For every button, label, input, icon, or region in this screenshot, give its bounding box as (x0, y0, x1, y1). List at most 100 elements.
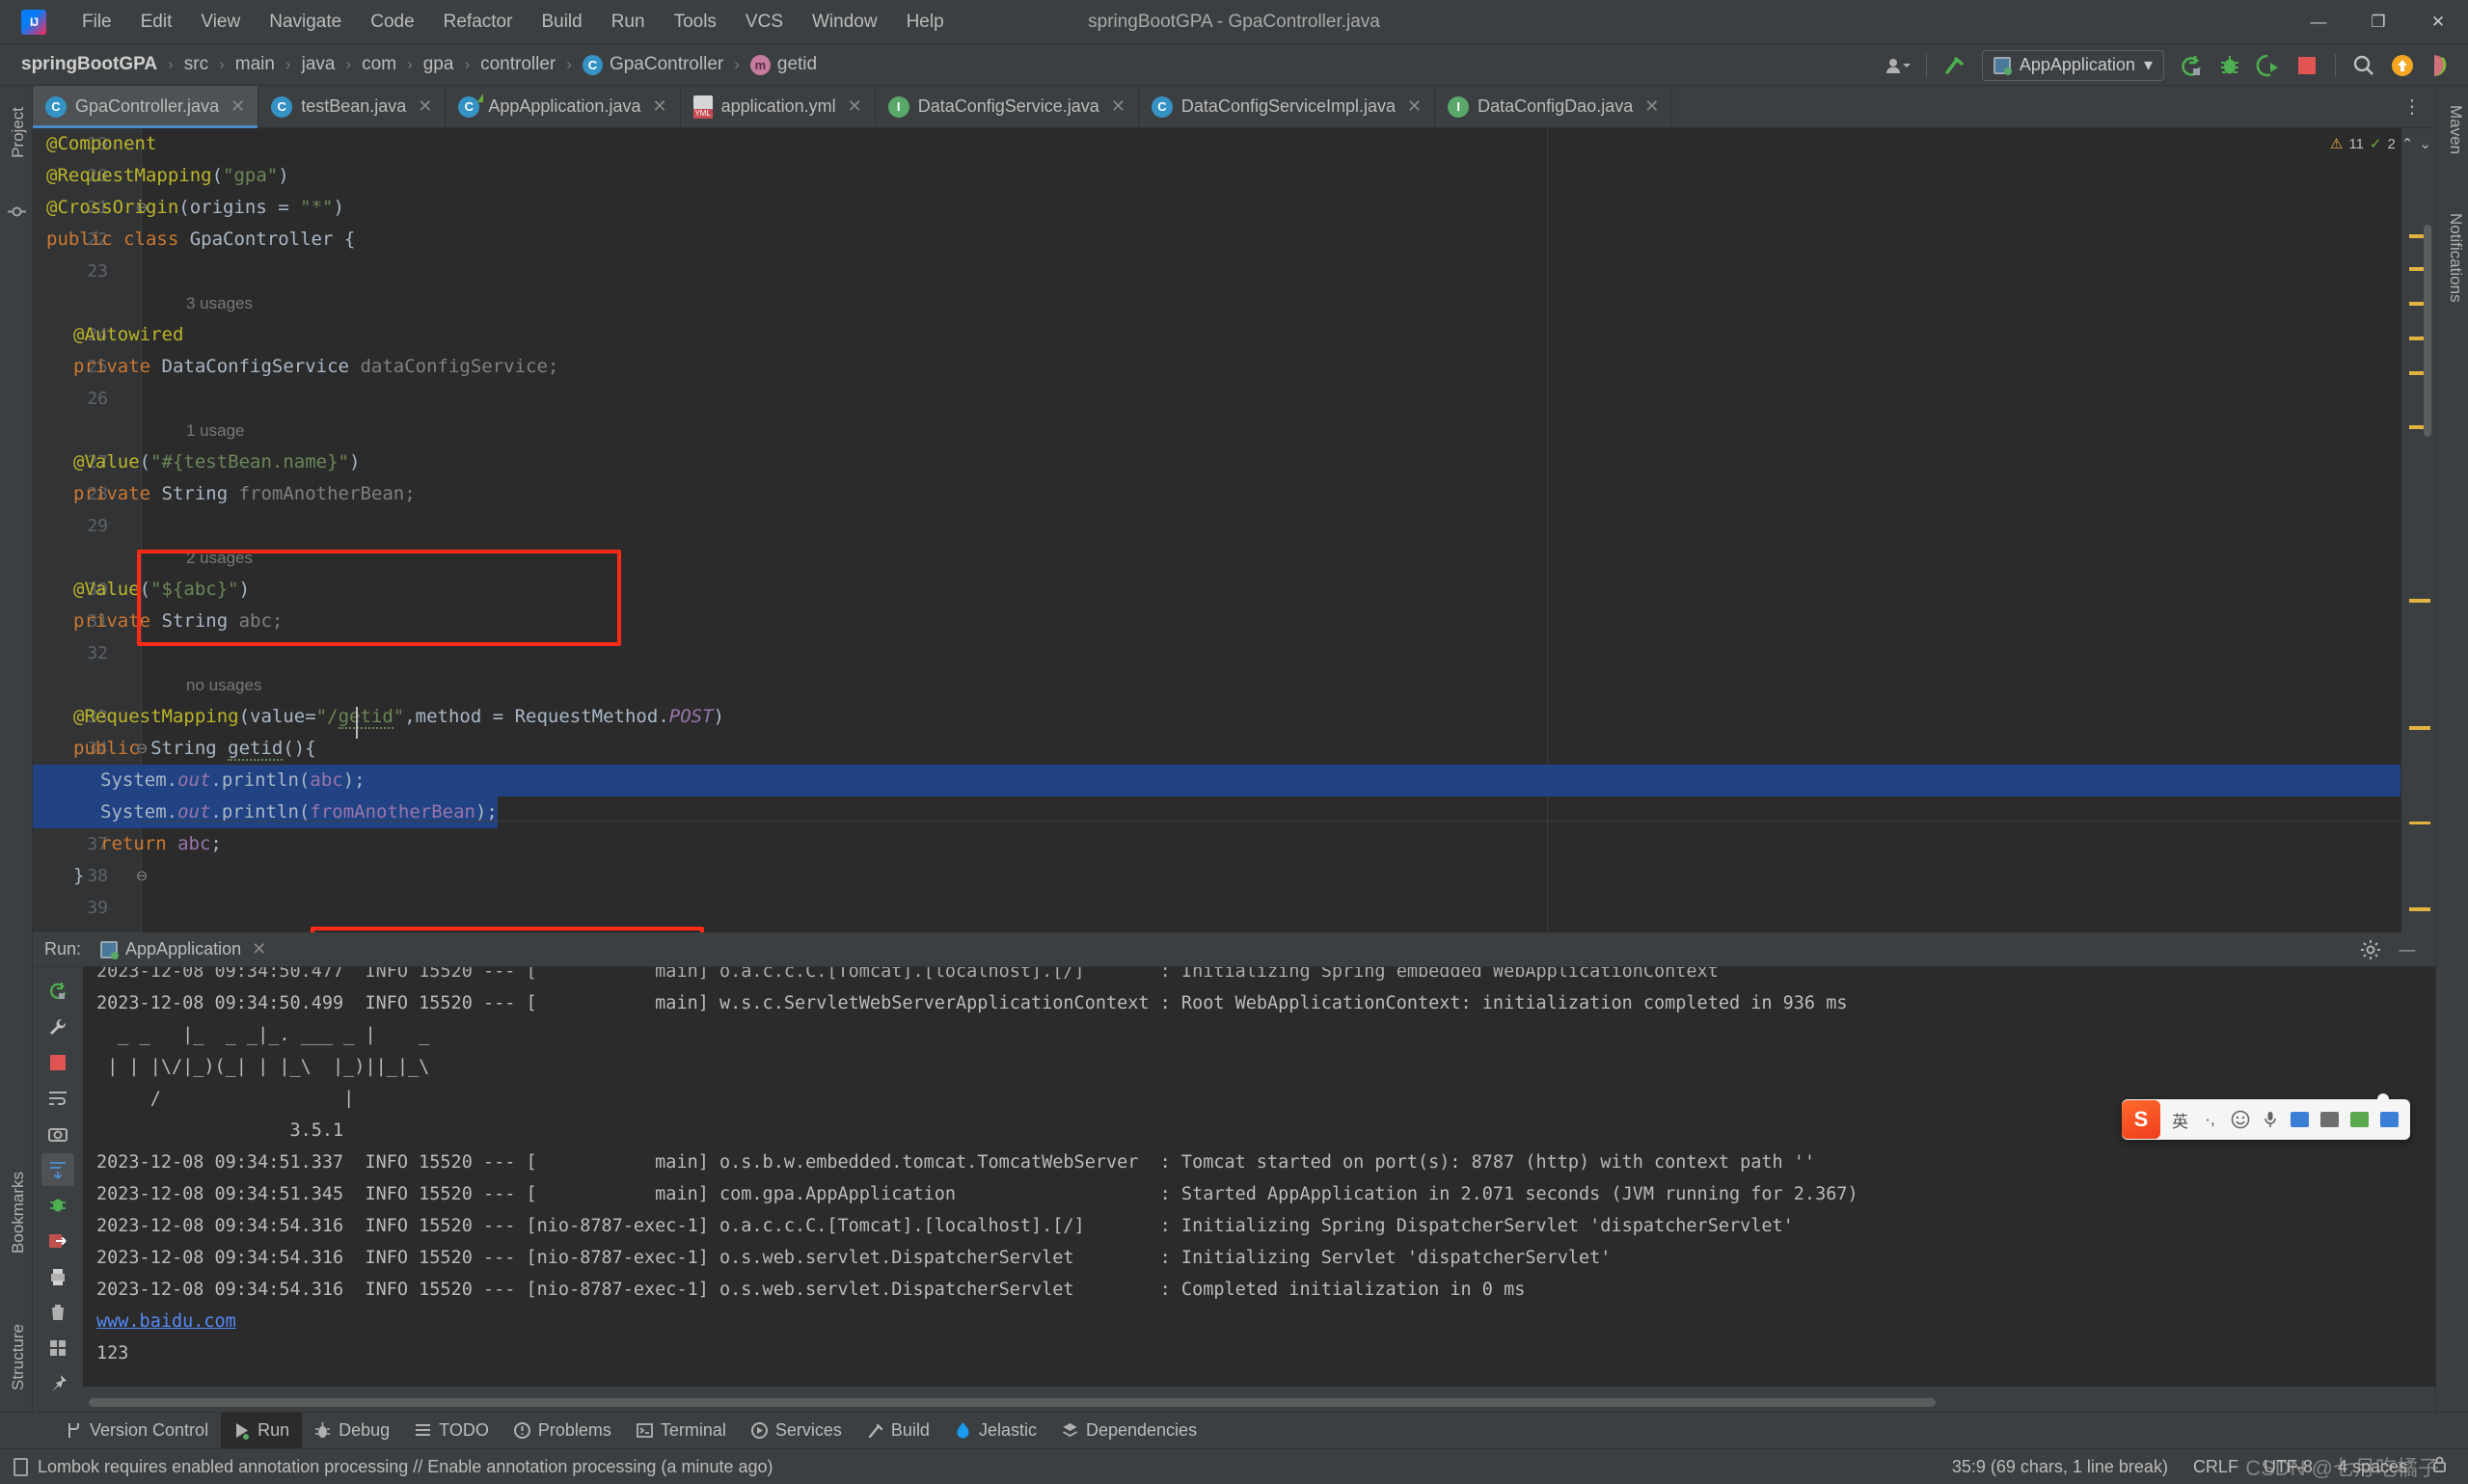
bottom-tab-run[interactable]: Run (221, 1412, 303, 1449)
menu-run[interactable]: Run (597, 8, 660, 37)
code-line[interactable]: System.out.println(abc); (33, 765, 2435, 796)
stop-icon[interactable] (2288, 48, 2326, 83)
update-icon[interactable] (2383, 48, 2422, 83)
menu-refactor[interactable]: Refactor (429, 8, 528, 37)
editor-tab-application-yml[interactable]: application.yml ✕ (681, 86, 876, 127)
indent-setting[interactable]: 4 spaces (2338, 1457, 2407, 1477)
editor-scrollbar-thumb[interactable] (2424, 225, 2431, 437)
mic-icon[interactable] (2257, 1100, 2283, 1139)
console-scrollbar-thumb[interactable] (89, 1398, 1936, 1407)
bottom-tab-terminal[interactable]: Terminal (624, 1413, 739, 1449)
layout-icon[interactable] (41, 1332, 74, 1364)
run-configuration-selector[interactable]: AppApplication ▾ (1981, 49, 2164, 81)
keyboard-icon[interactable] (2287, 1100, 2313, 1139)
menu-edit[interactable]: Edit (126, 8, 187, 37)
editor-tab-dataconfigservice[interactable]: I DataConfigService.java ✕ (876, 86, 1139, 127)
close-icon[interactable]: ✕ (1407, 96, 1422, 117)
next-problem-icon[interactable]: ⌄ (2419, 135, 2431, 152)
code-line[interactable]: @Value("${abc}") (33, 574, 2435, 606)
commit-icon[interactable] (7, 202, 27, 222)
code-line[interactable] (33, 510, 2435, 542)
ime-language-toggle[interactable]: 英 (2167, 1100, 2193, 1139)
bottom-tab-debug[interactable]: Debug (302, 1413, 402, 1449)
close-icon[interactable]: ✕ (1644, 96, 1659, 117)
usage-hint[interactable]: 1 usage (141, 415, 2435, 446)
code-line[interactable]: @Component (33, 128, 2435, 160)
pin-icon[interactable] (41, 1367, 74, 1400)
wrench-icon[interactable] (41, 1011, 74, 1043)
editor-tab-gpacontroller[interactable]: C GpaController.java ✕ (33, 86, 259, 128)
trash-icon[interactable] (41, 1296, 74, 1329)
usage-hint[interactable]: 2 usages (141, 542, 2435, 574)
code-line[interactable]: } (33, 860, 2435, 892)
menu-view[interactable]: View (186, 8, 255, 37)
menu-build[interactable]: Build (527, 8, 596, 37)
breadcrumb-item-src[interactable]: src (180, 52, 212, 77)
search-icon[interactable] (2345, 48, 2383, 83)
bottom-tab-version-control[interactable]: Version Control (53, 1413, 221, 1449)
minimize-button[interactable]: — (2289, 0, 2348, 44)
inspection-summary[interactable]: ⚠ 11 ✓ 2 ⌃ ⌄ (2330, 128, 2435, 153)
user-icon[interactable] (2317, 1100, 2343, 1139)
close-icon[interactable]: ✕ (652, 96, 666, 117)
breadcrumb-item-controller[interactable]: controller (476, 52, 559, 77)
menu-tools[interactable]: Tools (660, 8, 731, 37)
console-link[interactable]: www.baidu.com (96, 1306, 2435, 1337)
breadcrumb-item-main[interactable]: main (231, 52, 279, 77)
code-line[interactable] (33, 892, 2435, 924)
thread-dump-icon[interactable] (41, 1189, 74, 1222)
inspection-gutter[interactable]: ⚠ 11 ✓ 2 ⌃ ⌄ (2330, 128, 2435, 932)
rerun-icon[interactable] (2172, 48, 2210, 83)
code-line[interactable]: private DataConfigService dataConfigServ… (33, 351, 2435, 383)
inspection-marker[interactable] (2409, 726, 2430, 730)
bottom-tab-todo[interactable]: TODO (402, 1413, 502, 1449)
editor-tab-testbean[interactable]: C testBean.java ✕ (258, 86, 447, 127)
run-with-coverage-icon[interactable] (2249, 48, 2288, 83)
code-line[interactable]: @Autowired (33, 319, 2435, 351)
debug-icon[interactable] (2210, 48, 2249, 83)
lock-icon[interactable] (2432, 1455, 2447, 1478)
console-horizontal-scrollbar[interactable] (83, 1392, 2435, 1412)
breadcrumb-item-project[interactable]: springBootGPA (17, 52, 161, 77)
menu-code[interactable]: Code (356, 8, 428, 37)
bottom-tab-services[interactable]: Services (739, 1413, 854, 1449)
code-line[interactable]: System.out.println(fromAnotherBean); (33, 796, 2435, 828)
stop-icon[interactable] (41, 1046, 74, 1079)
status-message-area[interactable]: Lombok requires enabled annotation proce… (14, 1457, 773, 1477)
menu-file[interactable]: File (68, 8, 126, 37)
editor-tabs-overflow-icon[interactable]: ⋮ (2391, 86, 2435, 127)
close-icon[interactable]: ✕ (848, 96, 862, 117)
profiles-icon[interactable] (1879, 48, 1917, 83)
usage-hint[interactable]: 3 usages (141, 287, 2435, 319)
code-line[interactable]: private String fromAnotherBean; (33, 478, 2435, 510)
emoji-icon[interactable] (2227, 1100, 2253, 1139)
sidebar-item-notifications[interactable]: Notifications (2439, 200, 2468, 316)
editor-tab-appapplication[interactable]: C AppApplication.java ✕ (446, 86, 681, 127)
code-line[interactable]: @RequestMapping("gpa") (33, 160, 2435, 192)
wrap-text-icon[interactable] (41, 1082, 74, 1115)
code-line[interactable]: @CrossOrigin(origins = "*") (33, 192, 2435, 224)
camera-icon[interactable] (41, 1118, 74, 1150)
breadcrumb-item-gpa[interactable]: gpa (420, 52, 458, 77)
line-separator[interactable]: CRLF (2193, 1457, 2238, 1477)
editor-tab-dataconfigdao[interactable]: I DataConfigDao.java ✕ (1435, 86, 1673, 127)
sidebar-item-bookmarks[interactable]: Bookmarks (2, 1158, 35, 1267)
code-line[interactable]: public String getid(){ (33, 733, 2435, 765)
hat-icon[interactable] (2346, 1100, 2373, 1139)
gear-icon[interactable] (2354, 933, 2387, 966)
code-line[interactable]: return abc; (33, 828, 2435, 860)
menu-help[interactable]: Help (892, 8, 959, 37)
code-line[interactable]: @RequestMapping(value="/getid",method = … (33, 701, 2435, 733)
inspection-marker[interactable] (2409, 907, 2430, 911)
code-line[interactable]: @Value("#{testBean.name}") (33, 446, 2435, 478)
sogou-logo-icon[interactable]: S (2122, 1100, 2160, 1139)
close-button[interactable]: ✕ (2408, 0, 2468, 44)
scroll-to-end-icon[interactable] (41, 1153, 74, 1186)
bottom-tab-build[interactable]: Build (854, 1413, 942, 1449)
breadcrumb-item-java[interactable]: java (298, 52, 339, 77)
build-hammer-icon[interactable] (1936, 48, 1974, 83)
breadcrumb-item-method[interactable]: m getid (746, 52, 821, 77)
sidebar-item-project[interactable]: Project (2, 94, 35, 172)
bottom-tab-jelastic[interactable]: Jelastic (942, 1413, 1049, 1449)
sidebar-item-structure[interactable]: Structure (2, 1310, 35, 1404)
